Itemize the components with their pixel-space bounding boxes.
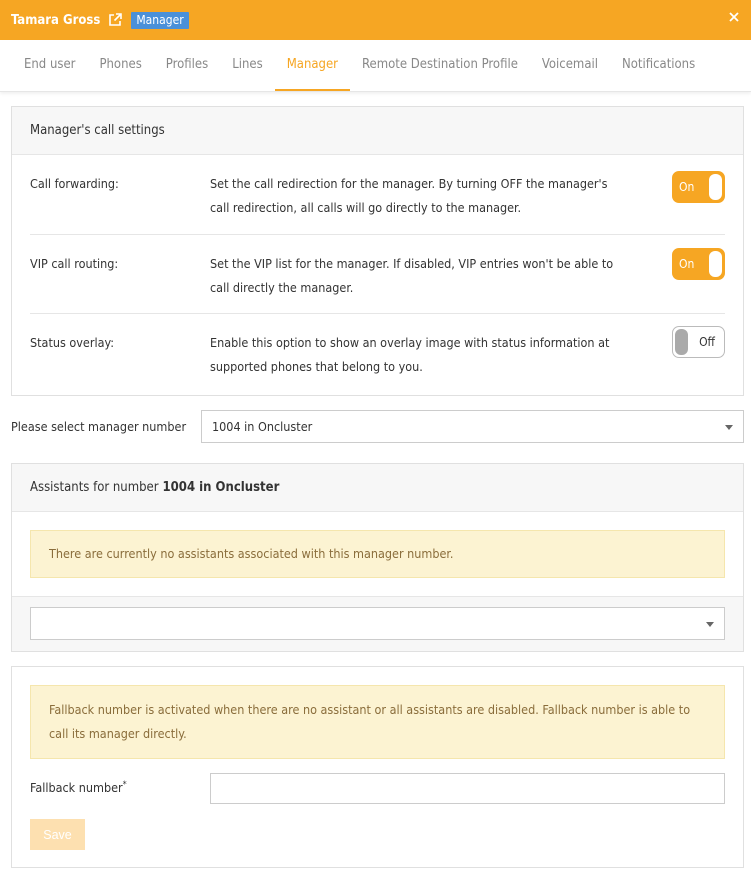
assistants-footer (12, 596, 743, 651)
assistants-title-number: 1004 in Oncluster (162, 480, 280, 495)
save-button[interactable]: Save (30, 819, 85, 850)
manager-number-value: 1004 in Oncluster (212, 418, 313, 434)
setting-description: Set the call redirection for the manager… (210, 176, 608, 215)
assistants-panel: Assistants for number 1004 in Oncluster … (11, 463, 744, 652)
manager-number-select[interactable]: 1004 in Oncluster (201, 409, 744, 443)
toggle-state: On (679, 257, 695, 271)
assistants-title: Assistants for number 1004 in Oncluster (12, 464, 743, 512)
chevron-down-icon (706, 622, 714, 627)
setting-label: Call forwarding: (30, 176, 119, 191)
user-name: Tamara Gross (11, 12, 101, 28)
fallback-number-label: Fallback number* (30, 780, 210, 795)
tab-notifications[interactable]: Notifications (610, 40, 707, 91)
manager-number-label: Please select manager number (11, 418, 187, 434)
chevron-down-icon (725, 424, 733, 430)
vip-call-routing-toggle[interactable]: On (672, 248, 725, 280)
assistants-body: There are currently no assistants associ… (12, 512, 743, 596)
tab-phones[interactable]: Phones (87, 40, 153, 91)
fallback-number-input[interactable] (210, 773, 725, 804)
close-icon[interactable] (727, 10, 741, 24)
tab-voicemail[interactable]: Voicemail (530, 40, 610, 91)
role-badge: Manager (131, 11, 189, 29)
fallback-number-row: Fallback number* (30, 773, 725, 804)
call-settings-title: Manager's call settings (12, 107, 743, 155)
tab-manager[interactable]: Manager (274, 40, 350, 91)
main-content: Manager's call settings Call forwarding:… (0, 106, 751, 868)
call-settings-panel: Manager's call settings Call forwarding:… (11, 106, 744, 396)
fallback-panel: Fallback number is activated when there … (11, 666, 744, 868)
setting-label: VIP call routing: (30, 256, 119, 271)
fallback-number-label-text: Fallback number (30, 780, 123, 796)
toggle-state: On (679, 180, 695, 194)
setting-label: Status overlay: (30, 335, 115, 350)
status-overlay-toggle[interactable]: Off (672, 326, 725, 358)
setting-vip-call-routing: VIP call routing: Set the VIP list for t… (12, 234, 743, 313)
tab-end-user[interactable]: End user (12, 40, 87, 91)
setting-call-forwarding: Call forwarding: Set the call redirectio… (12, 155, 743, 234)
toggle-knob (709, 174, 722, 200)
dialog-header: Tamara Gross Manager (0, 0, 751, 40)
external-link-icon[interactable] (108, 13, 123, 27)
tab-profiles[interactable]: Profiles (154, 40, 220, 91)
manager-number-row: Please select manager number 1004 in Onc… (11, 409, 744, 443)
tab-bar: End user Phones Profiles Lines Manager R… (0, 40, 751, 92)
toggle-state: Off (699, 335, 715, 349)
no-assistants-alert: There are currently no assistants associ… (30, 530, 725, 578)
setting-status-overlay: Status overlay: Enable this option to sh… (12, 313, 743, 395)
tab-remote-destination-profile[interactable]: Remote Destination Profile (350, 40, 530, 91)
call-forwarding-toggle[interactable]: On (672, 171, 725, 203)
toggle-knob (709, 251, 722, 277)
setting-description: Enable this option to show an overlay im… (210, 335, 610, 374)
setting-description: Set the VIP list for the manager. If dis… (210, 256, 614, 295)
fallback-alert: Fallback number is activated when there … (30, 685, 725, 759)
required-mark: * (122, 779, 127, 790)
toggle-knob (675, 329, 688, 355)
assistants-title-prefix: Assistants for number (30, 480, 159, 495)
tab-lines[interactable]: Lines (220, 40, 274, 91)
assistant-select[interactable] (30, 607, 725, 640)
